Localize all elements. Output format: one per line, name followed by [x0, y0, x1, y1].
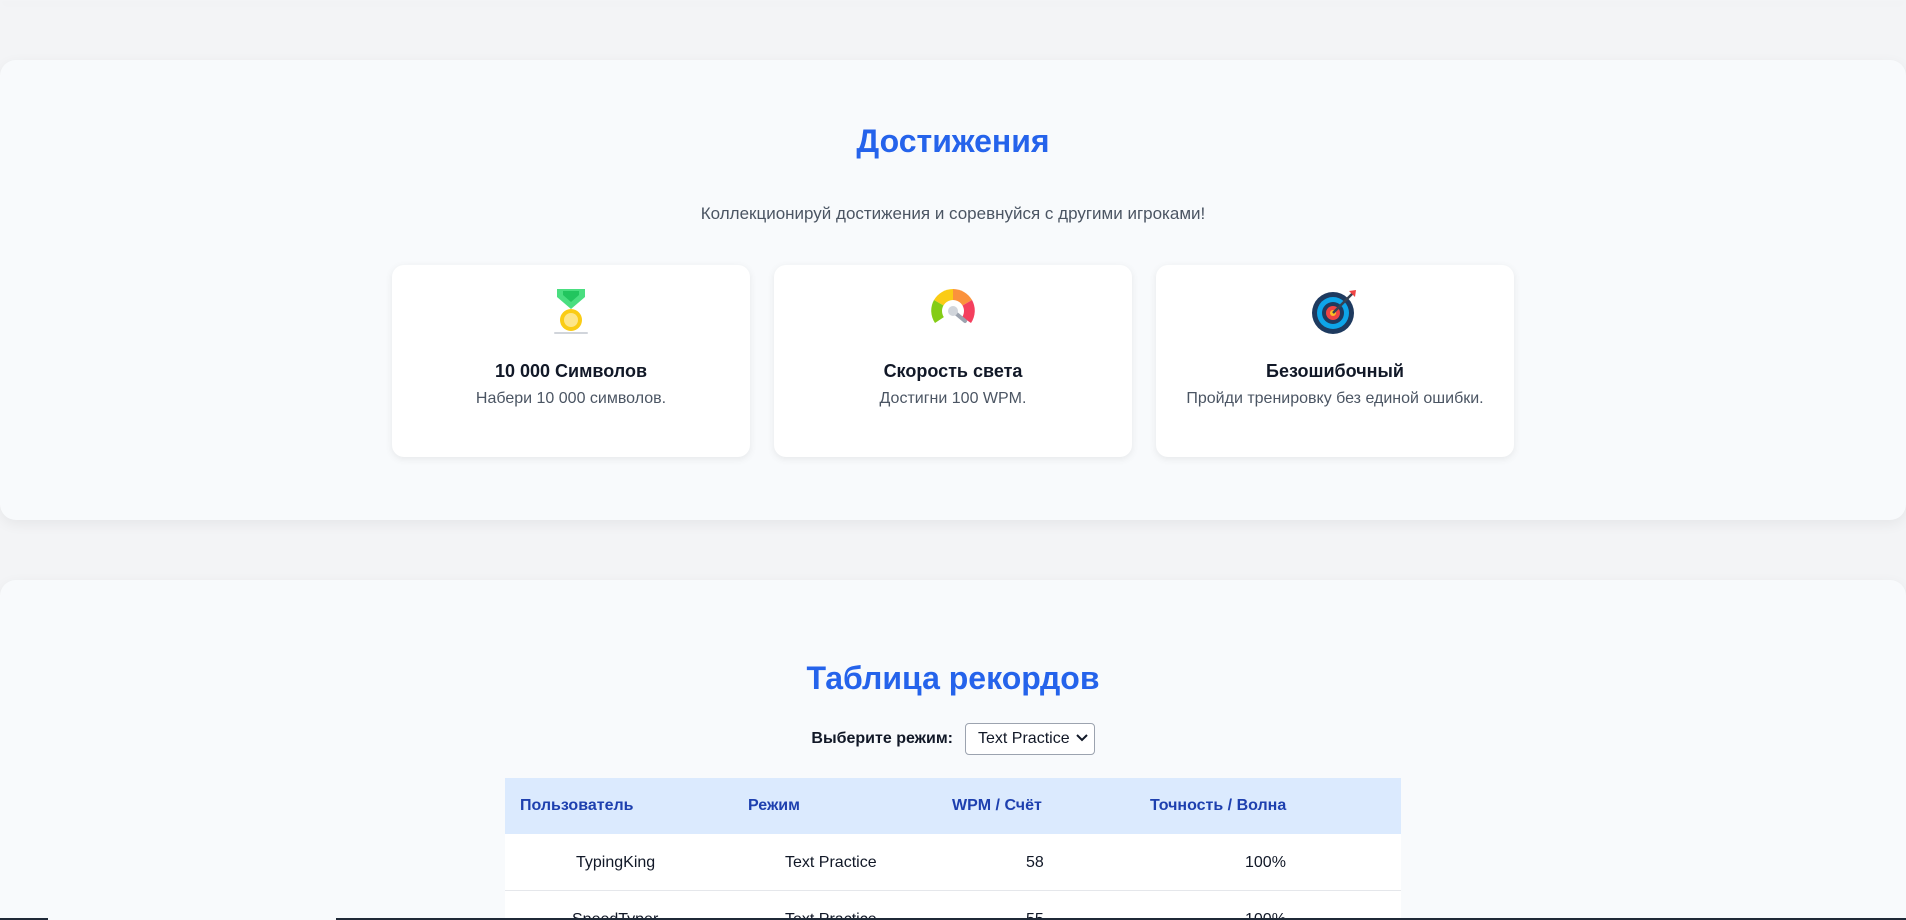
chevron-down-icon [1075, 733, 1088, 745]
cell-mode: Text Practice [785, 854, 877, 871]
achievements-section: Достижения Коллекционируй достижения и с… [0, 60, 1906, 520]
achievement-desc: Достигни 100 WPM. [879, 390, 1027, 407]
mode-label: Выберите режим: [811, 730, 953, 747]
target-icon [1311, 287, 1359, 335]
medal-icon [547, 287, 595, 335]
mode-select-value: Text Practice [978, 730, 1070, 747]
achievements-subtitle: Коллекционируй достижения и соревнуйся с… [700, 204, 1206, 223]
leaderboard-table: Пользователь Режим WPM / Счёт Точность /… [505, 778, 1401, 920]
speedometer-icon [929, 287, 977, 335]
achievement-card-10000-chars: 10 000 Символов Набери 10 000 символов. [392, 265, 750, 457]
cell-wpm: 58 [1026, 854, 1044, 871]
table-row: SpeedTyper Text Practice 55 100% [505, 891, 1401, 920]
cell-user: TypingKing [576, 854, 656, 871]
mode-selector-row: Выберите режим: Text Practice [0, 723, 1906, 755]
mode-select[interactable]: Text Practice [965, 723, 1095, 755]
achievement-title: 10 000 Символов [494, 361, 648, 381]
achievement-card-light-speed: Скорость света Достигни 100 WPM. [774, 265, 1132, 457]
achievement-card-flawless: Безошибочный Пройди тренировку без едино… [1156, 265, 1514, 457]
achievement-desc: Пройди тренировку без единой ошибки. [1186, 390, 1484, 407]
column-header-accuracy: Точность / Волна [1150, 797, 1287, 814]
column-header-wpm: WPM / Счёт [952, 797, 1042, 814]
achievement-cards: 10 000 Символов Набери 10 000 символов. … [392, 265, 1514, 457]
cell-user: SpeedTyper [572, 911, 659, 920]
cell-accuracy: 100% [1245, 911, 1286, 920]
table-header-row: Пользователь Режим WPM / Счёт Точность /… [505, 778, 1401, 834]
achievements-title: Достижения [856, 123, 1050, 159]
achievement-title: Безошибочный [1266, 361, 1404, 381]
cell-wpm: 55 [1026, 911, 1044, 920]
cell-accuracy: 100% [1245, 854, 1286, 871]
leaderboard-section: Таблица рекордов Выберите режим: Text Pr… [0, 580, 1906, 920]
top-section-edge [0, 0, 1906, 1]
column-header-user: Пользователь [520, 797, 634, 814]
achievement-title: Скорость света [883, 361, 1023, 381]
column-header-mode: Режим [748, 797, 800, 814]
leaderboard-title: Таблица рекордов [806, 660, 1100, 696]
table-row: TypingKing Text Practice 58 100% [505, 834, 1401, 891]
achievement-desc: Набери 10 000 символов. [475, 390, 667, 407]
cell-mode: Text Practice [785, 911, 877, 920]
